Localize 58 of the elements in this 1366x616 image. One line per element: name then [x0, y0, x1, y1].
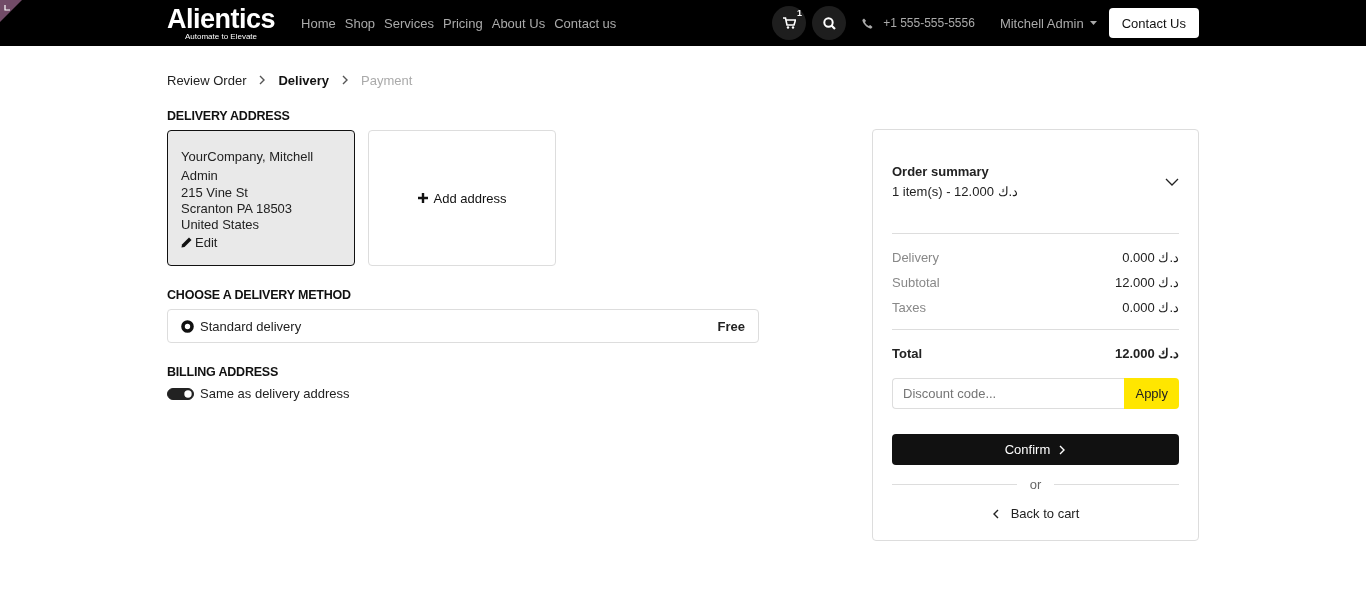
total-amount: 12.000 د.ك — [1115, 346, 1179, 361]
summary-amount: 0.000 د.ك — [1122, 250, 1179, 265]
delivery-option-label: Standard delivery — [200, 318, 302, 334]
corner-ribbon-icon[interactable] — [0, 0, 22, 22]
search-icon — [822, 16, 836, 30]
delivery-price: Free — [717, 318, 745, 334]
chevron-down-icon[interactable] — [1165, 177, 1179, 186]
chevron-left-icon — [991, 508, 1000, 519]
total-label: Total — [892, 346, 923, 361]
confirm-button[interactable]: Confirm — [892, 434, 1179, 465]
cart-icon — [782, 17, 796, 29]
delivery-option[interactable]: Standard delivery Free — [167, 309, 759, 343]
item-count: 1 item(s) - 12.000 د.ك — [892, 184, 1019, 199]
summary-label: Delivery — [892, 250, 939, 265]
nav-link[interactable]: Contact us — [554, 13, 617, 33]
pencil-icon — [181, 237, 192, 248]
breadcrumb-step: Payment — [361, 72, 413, 88]
summary-amount: 0.000 د.ك — [1122, 300, 1179, 315]
logo[interactable]: Alientics Automate to Elevate — [167, 5, 276, 41]
or-divider-text: or — [1029, 477, 1042, 492]
summary-amount: 12.000 د.ك — [1115, 275, 1179, 290]
nav-link[interactable]: Home — [301, 13, 336, 33]
back-to-cart-link[interactable]: Back to cart — [985, 505, 1086, 522]
breadcrumb-step[interactable]: Delivery — [278, 72, 330, 88]
user-menu[interactable]: Mitchell Admin — [999, 15, 1097, 31]
address-line: United States — [181, 217, 261, 233]
contact-us-button[interactable]: Contact Us — [1108, 8, 1199, 38]
summary-label: Taxes — [892, 300, 926, 315]
phone-number[interactable]: +1 555-555-5556 — [883, 16, 975, 30]
chevron-right-icon — [258, 75, 267, 85]
toggle-label: Same as delivery address — [200, 386, 350, 401]
address-line: Scranton PA 18503 — [181, 201, 294, 217]
radio-button[interactable] — [181, 319, 194, 333]
phone-icon — [862, 17, 874, 29]
add-address-button[interactable]: Add address — [368, 130, 556, 266]
section-heading: BILLING ADDRESS — [167, 365, 280, 379]
cart-count: 1 — [797, 8, 803, 18]
section-heading: DELIVERY ADDRESS — [167, 109, 291, 123]
summary-label: Subtotal — [892, 275, 940, 290]
chevron-right-icon — [341, 75, 350, 85]
plus-icon — [417, 193, 428, 203]
address-line: 215 Vine St — [181, 185, 249, 201]
address-line: YourCompany, Mitchell Admin — [181, 148, 315, 185]
chevron-right-icon — [1058, 444, 1067, 455]
nav-link[interactable]: Services — [384, 13, 434, 33]
nav-link[interactable]: Shop — [344, 13, 376, 33]
search-button[interactable] — [812, 6, 847, 40]
caret-icon — [1089, 21, 1097, 25]
nav-link[interactable]: About Us — [491, 13, 546, 33]
apply-button[interactable]: Apply — [1124, 378, 1179, 409]
summary-title: Order summary — [892, 164, 990, 179]
toggle-switch[interactable] — [167, 387, 194, 400]
nav-link[interactable]: Pricing — [442, 13, 483, 33]
cart-button[interactable]: 1 — [772, 6, 807, 40]
breadcrumb-step[interactable]: Review Order — [167, 72, 247, 88]
section-heading: CHOOSE A DELIVERY METHOD — [167, 288, 352, 302]
address-card[interactable]: YourCompany, Mitchell Admin 215 Vine St Scranton PA 18503 United States Edit — [167, 130, 355, 266]
edit-link[interactable]: Edit — [181, 235, 218, 250]
